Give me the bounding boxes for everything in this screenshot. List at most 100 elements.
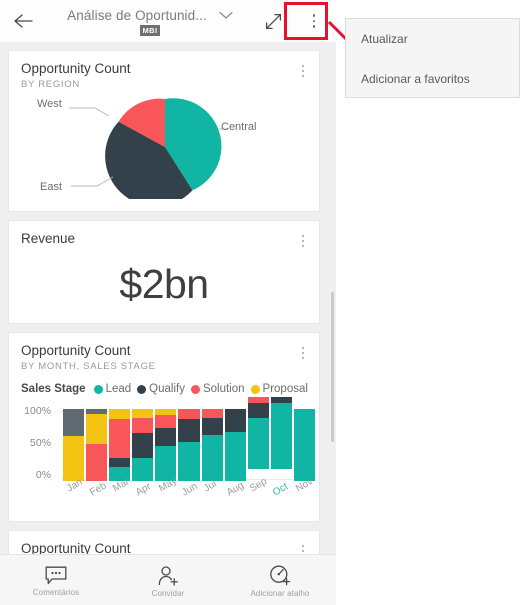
tile-header: Opportunity Count BY REGION	[9, 51, 319, 91]
bar-column[interactable]	[270, 396, 292, 481]
bar-column[interactable]	[178, 409, 200, 481]
nav-add-shortcut[interactable]: Adicionar atalho	[224, 555, 336, 605]
tile-subtitle: BY REGION	[21, 79, 80, 90]
legend-item-qualify[interactable]: Qualify	[137, 383, 185, 395]
more-options-button[interactable]	[292, 0, 336, 42]
status-badge: MBI	[139, 25, 161, 36]
bar-column[interactable]	[224, 409, 246, 481]
legend-label: Proposal	[262, 383, 308, 395]
legend-label: Qualify	[149, 383, 185, 395]
more-vertical-icon	[301, 346, 305, 360]
bar-segment	[201, 418, 223, 435]
pie-label-central: Central	[221, 121, 257, 133]
bar-segment	[155, 414, 177, 429]
bar-segment	[155, 409, 177, 415]
dashboard-scroll-area[interactable]: Opportunity Count BY REGION West Central…	[0, 42, 336, 554]
tile-title: Opportunity Count	[21, 541, 131, 554]
phone-viewport: Análise de Oportunid... MBI Opportunity …	[0, 0, 336, 605]
tile-title: Revenue	[21, 231, 76, 246]
more-vertical-icon	[301, 64, 305, 78]
tile-title: Opportunity Count	[21, 61, 131, 76]
tile-menu-button[interactable]	[295, 541, 311, 554]
legend-label: Solution	[202, 383, 245, 395]
x-axis-label: Apr	[133, 481, 153, 499]
y-tick-50: 50%	[29, 437, 51, 449]
bar-segment	[109, 457, 131, 467]
tile-header: Opportunity Count BY MONTH, SALES STAGE	[9, 333, 319, 373]
gauge-add-icon	[270, 565, 291, 586]
tile-opportunity-count-by-month[interactable]: Opportunity Count BY MONTH, SALES STAGE …	[8, 332, 320, 522]
bar-segment	[63, 409, 85, 436]
legend-item-solution[interactable]: Solution	[190, 383, 245, 395]
person-add-icon	[158, 565, 178, 586]
legend-swatch-icon	[250, 384, 260, 394]
page-title: Análise de Oportunid...	[67, 8, 207, 23]
tile-menu-button[interactable]	[295, 231, 311, 251]
bar-column[interactable]	[247, 396, 269, 481]
tile-opportunity-count-by-region-size[interactable]: Opportunity Count BY REGION, OPPORTUNITY…	[8, 530, 320, 554]
menu-item-label: Adicionar a favoritos	[361, 72, 470, 86]
legend-label: Lead	[105, 383, 132, 395]
expand-arrows-icon	[265, 13, 281, 29]
bar-segment	[86, 414, 108, 444]
bar-segment	[247, 417, 269, 469]
bar-column[interactable]	[201, 409, 223, 481]
bar-segment	[270, 396, 292, 404]
pie-label-west: West	[37, 98, 62, 110]
tile-opportunity-count-by-region[interactable]: Opportunity Count BY REGION West Central…	[8, 50, 320, 212]
bar-segment	[270, 403, 292, 469]
chevron-down-icon[interactable]	[219, 11, 233, 20]
scrollbar-thumb[interactable]	[331, 292, 334, 442]
nav-comments[interactable]: Comentários	[0, 555, 112, 605]
bar-segment	[132, 418, 154, 433]
nav-label: Convidar	[151, 588, 185, 598]
nav-invite[interactable]: Convidar	[112, 555, 224, 605]
revenue-value: $2bn	[119, 261, 209, 307]
app-header: Análise de Oportunid... MBI	[0, 0, 336, 42]
tile-menu-button[interactable]	[295, 343, 311, 363]
tile-header: Revenue	[9, 221, 319, 248]
bar-segment	[86, 443, 108, 481]
legend-swatch-icon	[137, 384, 147, 394]
back-button[interactable]	[0, 0, 46, 42]
bar-segment	[178, 419, 200, 443]
title-area[interactable]: Análise de Oportunid... MBI	[46, 6, 254, 36]
bar-segment	[132, 409, 154, 419]
y-tick-100: 100%	[24, 405, 51, 417]
legend-item-lead[interactable]: Lead	[93, 383, 132, 395]
legend-item-proposal[interactable]: Proposal	[250, 383, 308, 395]
x-axis-label: Feb	[87, 480, 109, 499]
bar-columns	[63, 396, 316, 481]
screenshot-root: Análise de Oportunid... MBI Opportunity …	[0, 0, 520, 605]
bar-segment	[63, 435, 85, 481]
chart-legend: Sales Stage Lead Qualify Solution Propos…	[9, 373, 319, 395]
comment-icon	[45, 566, 67, 585]
bar-segment	[155, 428, 177, 446]
bar-segment	[132, 432, 154, 458]
nav-label: Adicionar atalho	[250, 589, 310, 598]
bar-segment	[109, 409, 131, 420]
more-vertical-icon	[301, 234, 305, 248]
menu-item-label: Atualizar	[361, 32, 408, 46]
bar-column[interactable]	[86, 409, 108, 481]
menu-item-refresh[interactable]: Atualizar	[346, 19, 519, 59]
bar-segment	[201, 434, 223, 481]
bar-segment	[178, 442, 200, 481]
bar-segment	[247, 396, 269, 403]
leader-line-west	[69, 107, 110, 117]
expand-button[interactable]	[254, 0, 292, 42]
bottom-navigation: Comentários Convidar Adicionar atalho	[0, 554, 336, 605]
bar-column[interactable]	[63, 409, 85, 481]
context-menu[interactable]: Atualizar Adicionar a favoritos	[345, 18, 520, 98]
menu-item-add-favorites[interactable]: Adicionar a favoritos	[346, 59, 519, 99]
bar-column[interactable]	[132, 409, 154, 481]
more-vertical-icon	[301, 544, 305, 554]
bar-column[interactable]	[293, 409, 316, 481]
bar-chart: 100% 50% 0% Jan Feb Mar Apr May Jun Jul Aug Sep O…	[9, 396, 319, 515]
bar-column[interactable]	[155, 409, 177, 481]
bar-column[interactable]	[109, 409, 131, 481]
tile-revenue[interactable]: Revenue $2bn	[8, 220, 320, 324]
tile-menu-button[interactable]	[295, 61, 311, 81]
bar-segment	[86, 409, 108, 415]
bar-segment	[293, 409, 316, 481]
